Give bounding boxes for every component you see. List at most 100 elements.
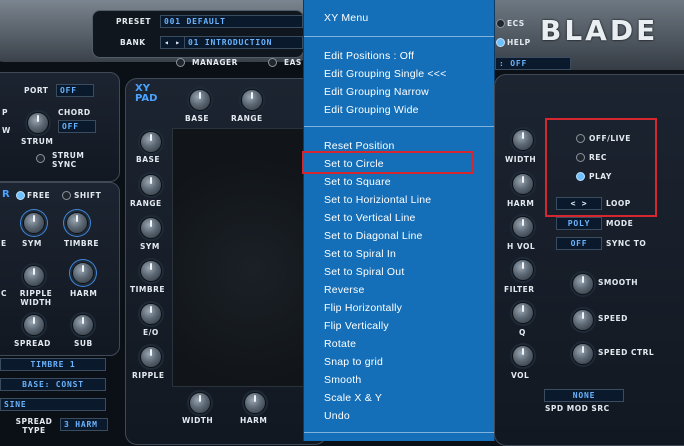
spd-mod-src-display[interactable]: NONE [544, 389, 624, 402]
right-harm-knob[interactable] [512, 173, 534, 195]
xy-eo-side-label: E/O [143, 328, 159, 337]
smooth-knob[interactable] [572, 273, 594, 295]
e-label: E [1, 239, 7, 248]
menu-item-reverse[interactable]: Reverse [324, 284, 365, 296]
menu-item-smooth[interactable]: Smooth [324, 374, 361, 386]
menu-item-flip-horizontally[interactable]: Flip Horizontally [324, 302, 402, 314]
right-width-knob[interactable] [512, 129, 534, 151]
menu-item-edit-positions[interactable]: Edit Positions : Off [324, 50, 414, 62]
spread-type-select[interactable]: 3 HARM [60, 418, 108, 431]
spd-mod-src-label: SPD MOD SRC [545, 404, 610, 413]
c-label: C [1, 289, 8, 298]
menu-item-edit-grouping-single[interactable]: Edit Grouping Single <<< [324, 68, 446, 80]
bank-label: BANK [120, 38, 146, 47]
right-hvol-label: H VOL [507, 242, 536, 251]
speed-ctrl-knob[interactable] [572, 343, 594, 365]
spread-knob[interactable] [23, 314, 45, 336]
harm-left-knob[interactable] [72, 262, 94, 284]
right-filter-knob[interactable] [512, 259, 534, 281]
xy-base-side-knob[interactable] [140, 131, 162, 153]
sync-to-label: SYNC TO [606, 239, 647, 248]
menu-item-set-to-spiral-out[interactable]: Set to Spiral Out [324, 266, 404, 278]
shift-label: SHIFT [74, 191, 102, 200]
base-select[interactable]: BASE: CONST [0, 378, 106, 391]
menu-item-scale-xy[interactable]: Scale X & Y [324, 392, 382, 404]
xy-ripple-side-knob[interactable] [140, 346, 162, 368]
speed-knob[interactable] [572, 309, 594, 331]
harm-left-label: HARM [70, 289, 98, 298]
xy-range-side-label: RANGE [130, 199, 162, 208]
sync-to-display[interactable]: OFF [556, 237, 602, 250]
menu-item-undo[interactable]: Undo [324, 410, 350, 422]
xy-range-top-knob[interactable] [241, 89, 263, 111]
timbre-select[interactable]: TIMBRE 1 [0, 358, 106, 371]
free-radio[interactable] [16, 191, 25, 200]
xy-base-top-label: BASE [185, 114, 210, 123]
xy-width-bottom-knob[interactable] [189, 392, 211, 414]
menu-item-rotate[interactable]: Rotate [324, 338, 356, 350]
sine-select[interactable]: SINE [0, 398, 106, 411]
menu-item-flip-vertically[interactable]: Flip Vertically [324, 320, 389, 332]
menu-separator [304, 126, 494, 127]
preset-label: PRESET [116, 17, 152, 26]
strum-knob[interactable] [27, 112, 49, 134]
xy-range-top-label: RANGE [231, 114, 263, 123]
menu-item-edit-grouping-wide[interactable]: Edit Grouping Wide [324, 104, 419, 116]
right-q-label: Q [519, 328, 526, 337]
chord-display[interactable]: OFF [58, 120, 96, 133]
ripple-width-knob[interactable] [23, 265, 45, 287]
strum-sync-radio[interactable] [36, 154, 45, 163]
ecs-radio[interactable] [496, 19, 505, 28]
menu-item-set-to-horizontal-line[interactable]: Set to Horiziontal Line [324, 194, 431, 206]
xy-harm-bottom-knob[interactable] [244, 392, 266, 414]
manager-radio[interactable] [176, 58, 185, 67]
mode-label: MODE [606, 219, 634, 228]
shift-radio[interactable] [62, 191, 71, 200]
right-width-label: WIDTH [505, 155, 537, 164]
xy-width-bottom-label: WIDTH [182, 416, 214, 425]
right-vol-knob[interactable] [512, 345, 534, 367]
menu-item-set-to-diagonal-line[interactable]: Set to Diagonal Line [324, 230, 423, 242]
right-q-knob[interactable] [512, 302, 534, 324]
xy-timbre-side-knob[interactable] [140, 260, 162, 282]
strum-sync-label: STRUM SYNC [52, 151, 85, 169]
eas-radio[interactable] [268, 58, 277, 67]
port-display[interactable]: OFF [56, 84, 94, 97]
xy-base-top-knob[interactable] [189, 89, 211, 111]
top-right-display[interactable]: : OFF [495, 57, 571, 70]
timbre-left-label: TIMBRE [64, 239, 99, 248]
right-hvol-knob[interactable] [512, 216, 534, 238]
timbre-left-knob[interactable] [66, 212, 88, 234]
bank-display[interactable]: 01 INTRODUCTION [184, 36, 303, 49]
eas-label: EAS [284, 58, 302, 67]
sym-knob[interactable] [23, 212, 45, 234]
menu-item-set-to-square[interactable]: Set to Square [324, 176, 391, 188]
menu-item-snap-to-grid[interactable]: Snap to grid [324, 356, 383, 368]
xy-sym-side-knob[interactable] [140, 217, 162, 239]
xy-ripple-side-label: RIPPLE [132, 371, 165, 380]
xy-base-side-label: BASE [136, 155, 161, 164]
xy-eo-side-knob[interactable] [140, 303, 162, 325]
free-label: FREE [27, 191, 51, 200]
ecs-label: ECS [507, 19, 525, 28]
xy-range-side-knob[interactable] [140, 174, 162, 196]
spread-type-label: SPREAD TYPE [15, 417, 53, 435]
left-mid-panel [0, 182, 120, 356]
menu-separator [304, 432, 494, 433]
help-radio[interactable] [496, 38, 505, 47]
preset-display[interactable]: 001 DEFAULT [160, 15, 303, 28]
menu-item-edit-grouping-narrow[interactable]: Edit Grouping Narrow [324, 86, 429, 98]
xy-harm-bottom-label: HARM [240, 416, 268, 425]
menu-item-set-to-spiral-in[interactable]: Set to Spiral In [324, 248, 396, 260]
mode-display[interactable]: POLY [556, 217, 602, 230]
xy-timbre-side-label: TIMBRE [130, 285, 165, 294]
bank-arrows[interactable]: ◂ ▸ [160, 36, 186, 49]
sub-knob[interactable] [72, 314, 94, 336]
xy-sym-side-label: SYM [140, 242, 160, 251]
strum-label: STRUM [21, 137, 54, 146]
help-label: HELP [507, 38, 531, 47]
xy-pad-area[interactable] [172, 128, 306, 387]
mode-prefix: R [2, 189, 11, 200]
right-vol-label: VOL [511, 371, 530, 380]
menu-item-set-to-vertical-line[interactable]: Set to Vertical Line [324, 212, 416, 224]
